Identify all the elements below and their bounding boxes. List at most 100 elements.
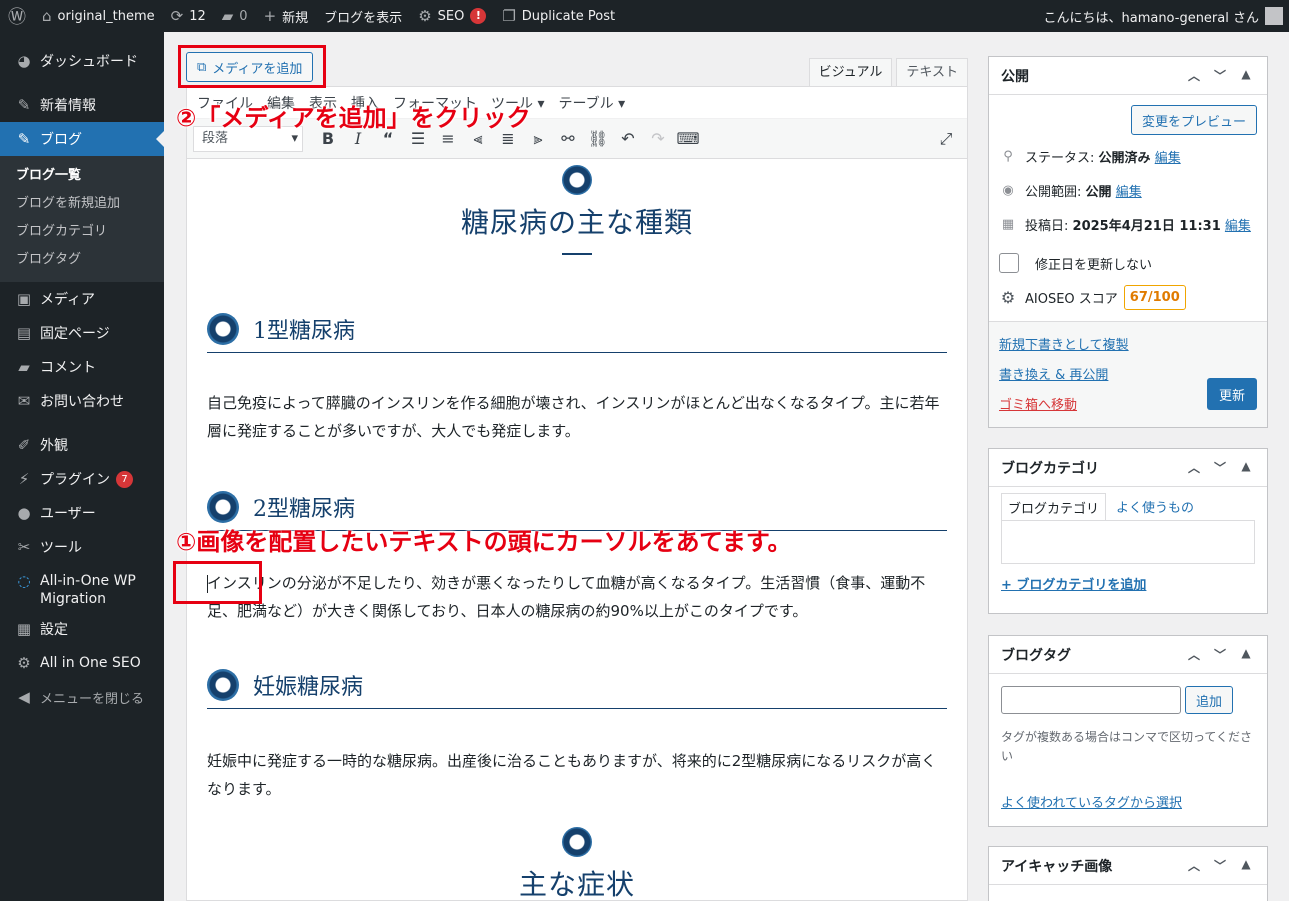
menu-contact[interactable]: ✉ お問い合わせ: [0, 384, 164, 418]
avatar[interactable]: [1265, 7, 1283, 25]
status-label: ステータス:: [1025, 151, 1095, 166]
plugins-update-badge: 7: [116, 470, 133, 488]
tag-input[interactable]: [1001, 686, 1181, 714]
menu-aioseo[interactable]: ⚙ All in One SEO: [0, 646, 164, 680]
menu-blog[interactable]: ✎ ブログ: [0, 122, 164, 156]
submenu-blog-list[interactable]: ブログ一覧: [0, 162, 164, 190]
ring-icon: [562, 827, 592, 857]
status-edit-link[interactable]: 編集: [1155, 147, 1181, 166]
updates-link[interactable]: ⟳ 12: [163, 0, 214, 32]
wp-logo[interactable]: Ⓦ: [0, 0, 34, 32]
heading-3: 妊娠糖尿病: [207, 661, 947, 709]
submenu-blog-tag[interactable]: ブログタグ: [0, 246, 164, 274]
fullscreen-icon[interactable]: ⤢: [931, 124, 961, 154]
view-blog-label: ブログを表示: [324, 10, 403, 26]
new-content-link[interactable]: + 新規: [256, 0, 317, 32]
menu-settings[interactable]: ▦ 設定: [0, 612, 164, 646]
greeting[interactable]: こんにちは、hamano-general さん: [1043, 7, 1259, 26]
tags-panel: ブログタグ ︿ ﹀ ▲ 追加 タグが複数ある場合はコンマで区切ってください よく使わ…: [988, 635, 1268, 827]
menu-tools[interactable]: ✂ ツール: [0, 530, 164, 564]
preview-button[interactable]: 変更をプレビュー: [1130, 105, 1257, 135]
category-panel: ブログカテゴリ ︿ ﹀ ▲ ブログカテゴリ よく使うもの + ブログカテゴリを追加: [988, 448, 1268, 614]
undo-icon[interactable]: ↶: [613, 124, 643, 154]
heading-2: 糖尿病の主な種類: [187, 165, 967, 255]
menu-users[interactable]: ● ユーザー: [0, 496, 164, 530]
move-down-icon[interactable]: ﹀: [1207, 459, 1233, 476]
page-icon: ▤: [16, 324, 32, 342]
date-label: 投稿日:: [1025, 219, 1069, 234]
move-down-icon[interactable]: ﹀: [1207, 857, 1233, 874]
toggle-icon[interactable]: ▲: [1233, 646, 1259, 663]
tab-all-categories[interactable]: ブログカテゴリ: [1001, 493, 1107, 521]
menu-news[interactable]: ✎ 新着情報: [0, 88, 164, 122]
paragraph-target: インスリンの分泌が不足したり、効きが悪くなったりして血糖が高くなるタイプ。生活習…: [207, 574, 926, 620]
collapse-menu-button[interactable]: ◀ メニューを閉じる: [0, 680, 164, 714]
visibility-edit-link[interactable]: 編集: [1116, 181, 1142, 200]
menu-table[interactable]: テーブル ▾: [558, 93, 625, 113]
tab-popular-categories[interactable]: よく使うもの: [1106, 493, 1204, 521]
aioseo-icon: ⚙: [17, 654, 31, 672]
move-up-icon[interactable]: ︿: [1181, 67, 1207, 84]
settings-icon: ▦: [16, 620, 32, 638]
menu-label: ブログ: [40, 132, 82, 148]
pin-icon: ⚲: [1003, 149, 1013, 164]
toggle-icon[interactable]: ▲: [1233, 67, 1259, 84]
toggle-icon[interactable]: ▲: [1233, 857, 1259, 874]
tags-panel-header[interactable]: ブログタグ ︿ ﹀ ▲: [989, 636, 1267, 674]
plus-icon: +: [263, 7, 277, 25]
admin-sidebar: ◕ ダッシュボード ✎ 新着情報 ✎ ブログ ブログ一覧 ブログを新規追加 ブログカテ…: [0, 32, 164, 901]
publish-panel-header[interactable]: 公開 ︿ ﹀ ▲: [989, 57, 1267, 95]
move-up-icon[interactable]: ︿: [1181, 857, 1207, 874]
redo-icon[interactable]: ↷: [643, 124, 673, 154]
panel-title: ブログタグ: [1001, 647, 1071, 664]
category-list[interactable]: [1001, 520, 1255, 564]
choose-tags-link[interactable]: よく使われているタグから選択: [1001, 792, 1182, 811]
date-value: 2025年4月21日 11:31: [1072, 219, 1221, 234]
menu-comments[interactable]: ▰ コメント: [0, 350, 164, 384]
menu-dashboard[interactable]: ◕ ダッシュボード: [0, 44, 164, 78]
tag-hint: タグが複数ある場合はコンマで区切ってください: [1001, 730, 1253, 763]
move-up-icon[interactable]: ︿: [1181, 459, 1207, 476]
migration-icon: ◌: [17, 572, 31, 590]
menu-media[interactable]: ▣ メディア: [0, 282, 164, 316]
menu-appearance[interactable]: ✐ 外観: [0, 428, 164, 462]
tab-text[interactable]: テキスト: [896, 58, 968, 86]
comment-icon: ▰: [18, 358, 30, 376]
view-blog-link[interactable]: ブログを表示: [316, 0, 410, 32]
trash-link[interactable]: ゴミ箱へ移動: [999, 394, 1077, 413]
submenu-blog-new[interactable]: ブログを新規追加: [0, 190, 164, 218]
category-panel-header[interactable]: ブログカテゴリ ︿ ﹀ ▲: [989, 449, 1267, 487]
featured-panel-header[interactable]: アイキャッチ画像 ︿ ﹀ ▲: [989, 847, 1267, 885]
no-update-date-checkbox[interactable]: [999, 253, 1019, 273]
add-tag-button[interactable]: 追加: [1185, 686, 1234, 714]
comments-link[interactable]: ▰ 0: [214, 0, 256, 32]
site-name-link[interactable]: ⌂ original_theme: [34, 0, 163, 32]
keyboard-icon[interactable]: ⌨: [673, 124, 703, 154]
move-up-icon[interactable]: ︿: [1181, 646, 1207, 663]
seo-label: SEO: [437, 8, 465, 24]
move-down-icon[interactable]: ﹀: [1207, 646, 1233, 663]
rewrite-republish-link[interactable]: 書き換え & 再公開: [999, 364, 1108, 383]
submenu-blog-category[interactable]: ブログカテゴリ: [0, 218, 164, 246]
comments-count: 0: [239, 8, 248, 24]
tab-visual[interactable]: ビジュアル: [808, 58, 893, 86]
link-icon[interactable]: ⚯: [553, 124, 583, 154]
move-down-icon[interactable]: ﹀: [1207, 67, 1233, 84]
toggle-icon[interactable]: ▲: [1233, 459, 1259, 476]
menu-label: メディア: [40, 292, 96, 308]
duplicate-post-link[interactable]: ❐ Duplicate Post: [494, 0, 623, 32]
date-edit-link[interactable]: 編集: [1225, 215, 1251, 234]
ring-icon: [207, 491, 239, 523]
new-draft-link[interactable]: 新規下書きとして複製: [999, 334, 1129, 353]
add-category-link[interactable]: + ブログカテゴリを追加: [1001, 574, 1146, 593]
status-value: 公開済み: [1098, 151, 1151, 166]
unlink-icon[interactable]: ⛓: [583, 124, 613, 154]
menu-pages[interactable]: ▤ 固定ページ: [0, 316, 164, 350]
menu-migration[interactable]: ◌ All-in-One WP Migration: [0, 564, 164, 612]
seo-menu[interactable]: ⚙ SEO!: [410, 0, 494, 32]
aioseo-score-badge[interactable]: 67/100: [1123, 285, 1186, 310]
site-name: original_theme: [57, 8, 155, 24]
update-button[interactable]: 更新: [1206, 378, 1257, 410]
paragraph: 自己免疫によって膵臓のインスリンを作る細胞が壊され、インスリンがほとんど出なくな…: [207, 394, 940, 440]
menu-plugins[interactable]: ⚡ プラグイン 7: [0, 462, 164, 496]
